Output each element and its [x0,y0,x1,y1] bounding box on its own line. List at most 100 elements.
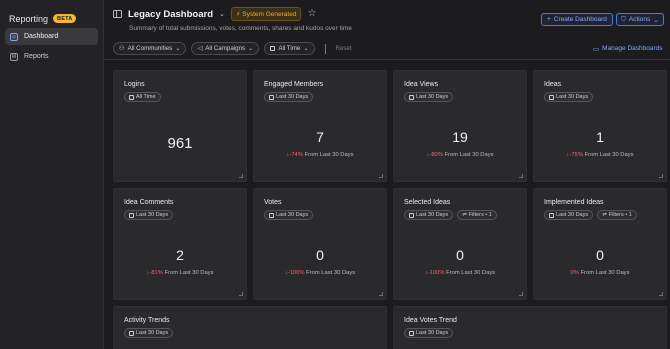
change-suffix: From Last 30 Days [582,152,634,158]
manage-dashboards-link[interactable]: ▭ Manage Dashboards [593,45,663,53]
calendar-icon [409,212,414,218]
chevron-down-icon[interactable]: ⌄ [219,10,225,18]
badge-label: System Generated [242,11,297,18]
resize-handle[interactable] [239,292,243,296]
create-dashboard-button[interactable]: + Create Dashboard [541,13,613,26]
calendar-icon [549,212,554,218]
filter-icon: ⇌ [462,212,467,218]
reset-button[interactable]: Reset [336,45,352,52]
resize-handle[interactable] [519,292,523,296]
metric-card-implemented-ideas[interactable]: Implemented Ideas Last 30 Days ⇌ Filters … [533,188,667,300]
date-range-chip[interactable]: Last 30 Days [404,328,454,338]
resize-handle[interactable] [659,292,663,296]
date-range-label: Last 30 Days [136,330,169,336]
metric-change: ↓-75% From Last 30 Days [534,152,666,158]
title-row: Legacy Dashboard ⌄ ⚡ System Generated ☆ [113,7,316,21]
time-filter[interactable]: All Time ⌄ [264,42,315,55]
chart-card-idea-votes-trend[interactable]: Idea Votes Trend Last 30 Days [393,306,667,349]
metric-value: 0 [316,247,324,263]
chevron-down-icon: ⌄ [248,45,254,52]
card-title: Logins [124,81,145,88]
metric-change: ↓-81% From Last 30 Days [114,270,246,276]
metric-card-idea-comments[interactable]: Idea Comments Last 30 Days 2 ↓-81% From … [113,188,247,300]
divider [324,43,326,54]
date-range-chip[interactable]: Last 30 Days [124,328,174,338]
calendar-icon [409,94,414,100]
calendar-icon [269,94,274,100]
change-percent: ↓-100% [284,270,305,276]
megaphone-icon: ◁ [197,45,203,52]
chevron-down-icon: ⌄ [653,16,659,24]
calendar-icon [409,330,414,336]
resize-handle[interactable] [379,292,383,296]
resize-handle[interactable] [239,174,243,178]
chevron-down-icon: ⌄ [303,45,309,52]
sidebar-item-reports[interactable]: M Reports [5,48,98,65]
metric-card-engaged-members[interactable]: Engaged Members Last 30 Days 7 ↓-74% Fro… [253,70,387,182]
dashboard-icon: ◎ [10,32,18,41]
page-subtitle: Summary of total submissions, votes, com… [129,25,352,32]
change-percent: ↓-75% [566,152,583,158]
resize-handle[interactable] [379,174,383,178]
date-range-chip[interactable]: Last 30 Days [544,92,594,102]
metric-change: ↓-100% From Last 30 Days [254,270,386,276]
folder-icon: ▭ [593,46,600,53]
sidebar: Reporting BETA ◎ Dashboard M Reports [0,0,104,349]
date-range-chip[interactable]: Last 30 Days [124,210,174,220]
reports-icon: M [10,52,18,61]
date-range-label: Last 30 Days [416,212,449,218]
date-range-chip[interactable]: Last 30 Days [404,210,454,220]
metric-card-votes[interactable]: Votes Last 30 Days 0 ↓-100% From Last 30… [253,188,387,300]
page-title: Legacy Dashboard [128,8,213,20]
metric-value: 0 [596,247,604,263]
change-percent: ↓-100% [424,270,445,276]
campaigns-filter[interactable]: ◁ All Campaigns ⌄ [191,42,260,55]
change-suffix: From Last 30 Days [444,270,496,276]
metric-card-idea-views[interactable]: Idea Views Last 30 Days 19 ↓-80% From La… [393,70,527,182]
date-range-chip[interactable]: Last 30 Days [544,210,594,220]
sidebar-toggle-icon[interactable] [113,10,122,18]
filters-chip[interactable]: ⇌ Filters • 1 [457,210,497,220]
resize-handle[interactable] [519,174,523,178]
calendar-icon [270,46,276,51]
resize-handle[interactable] [659,174,663,178]
date-range-chip[interactable]: Last 30 Days [264,210,314,220]
filter-row: ⚇ All Communities ⌄ ◁ All Campaigns ⌄ Al… [113,42,352,55]
filter-icon: ⇌ [602,212,607,218]
actions-label: Actions [628,16,651,23]
date-range-chip[interactable]: Last 30 Days [264,92,314,102]
time-label: All Time [278,45,301,52]
metric-card-ideas[interactable]: Ideas Last 30 Days 1 ↓-75% From Last 30 … [533,70,667,182]
sidebar-item-dashboard[interactable]: ◎ Dashboard [5,28,98,45]
card-title: Engaged Members [264,81,324,88]
dashboard-grid: Logins All Time 961 Engaged Members Last… [113,70,667,349]
beta-badge: BETA [53,14,77,23]
chart-card-activity-trends[interactable]: Activity Trends Last 30 Days [113,306,387,349]
filters-label: Filters • 1 [608,212,632,218]
star-icon[interactable]: ☆ [307,9,316,19]
metric-card-selected-ideas[interactable]: Selected Ideas Last 30 Days ⇌ Filters • 1… [393,188,527,300]
brand-title: Reporting [9,13,49,24]
card-title: Idea Votes Trend [404,317,457,324]
communities-filter[interactable]: ⚇ All Communities ⌄ [113,42,187,55]
date-range-chip[interactable]: All Time [124,92,161,102]
communities-icon: ⚇ [119,45,125,52]
metric-change: ↓-74% From Last 30 Days [254,152,386,158]
metric-value: 2 [176,247,184,263]
metric-change: ↓-100% From Last 30 Days [394,270,526,276]
date-range-chip[interactable]: Last 30 Days [404,92,454,102]
manage-dashboards-label: Manage Dashboards [602,45,663,52]
create-dashboard-label: Create Dashboard [553,16,607,23]
card-title: Selected Ideas [404,199,451,206]
change-suffix: From Last 30 Days [162,270,214,276]
filters-chip[interactable]: ⇌ Filters • 1 [597,210,637,220]
change-percent: ↓-81% [146,270,163,276]
change-percent: ↓-74% [286,152,303,158]
actions-button[interactable]: ⛉ Actions ⌄ [616,13,664,26]
communities-label: All Communities [127,45,173,52]
metric-card-logins[interactable]: Logins All Time 961 [113,70,247,182]
sidebar-brand: Reporting BETA [0,0,103,28]
calendar-icon [129,330,134,336]
sidebar-item-label: Reports [24,53,49,60]
date-range-label: Last 30 Days [276,94,309,100]
